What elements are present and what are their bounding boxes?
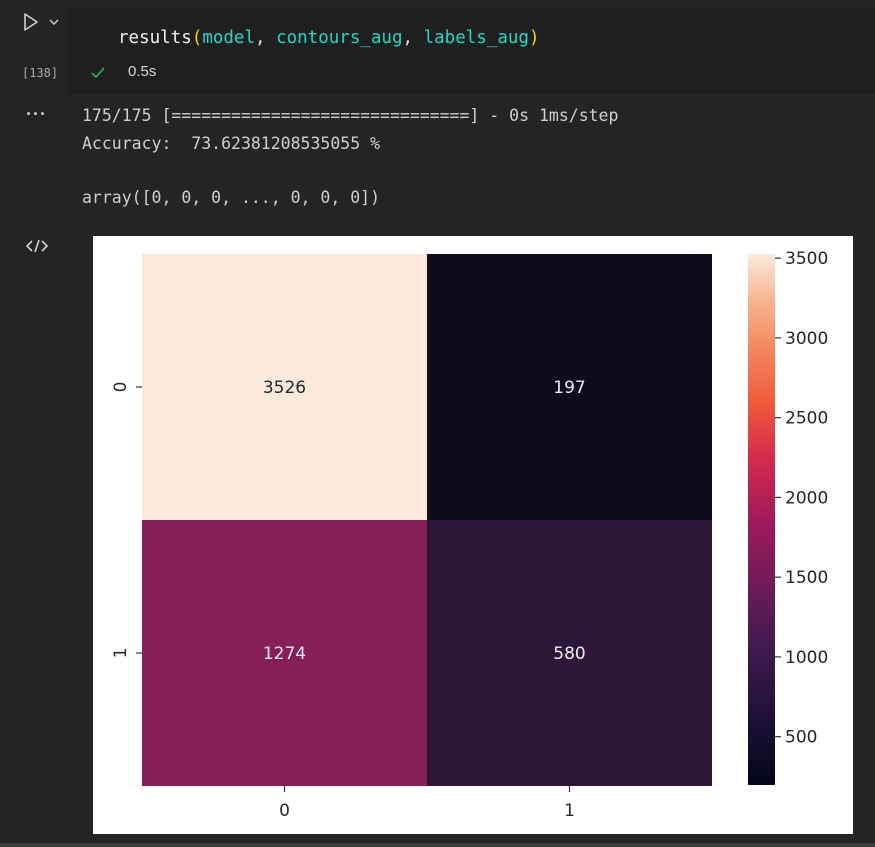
- code-arg-contours: contours_aug: [276, 28, 403, 48]
- execution-count: [138]: [22, 66, 59, 80]
- colorbar-tick-label: 3500: [785, 249, 828, 269]
- colorbar-tick-label: 3000: [785, 329, 828, 349]
- colorbar-tick-label: 1000: [785, 648, 828, 668]
- heatmap-cell-annotation: 580: [553, 644, 585, 664]
- y-tick-label: 0: [111, 382, 131, 393]
- code-icon[interactable]: [26, 238, 48, 254]
- code-close-paren: ): [528, 28, 540, 48]
- notebook-cell: results(model, contours_aug, labels_aug)…: [0, 0, 875, 847]
- code-separator: ,: [255, 28, 277, 48]
- confusion-matrix-heatmap: 3526 197 1274 580 0 1 0 1 500 1000 1500 2000 2500 3…: [111, 249, 828, 821]
- heatmap-cell-annotation: 1274: [263, 644, 306, 664]
- cell-bottom-border: [0, 843, 875, 847]
- x-tick-label: 0: [279, 801, 290, 821]
- code-editor[interactable]: [68, 8, 875, 94]
- code-line[interactable]: results(model, contours_aug, labels_aug): [118, 28, 540, 48]
- colorbar-tick-label: 2500: [785, 409, 828, 429]
- colorbar-tick-label: 500: [785, 728, 817, 748]
- colorbar-tick-label: 2000: [785, 488, 828, 508]
- output-progress-line: 175/175 [==============================]…: [82, 106, 619, 125]
- colorbar: [748, 254, 775, 785]
- check-icon: [91, 67, 105, 79]
- confusion-matrix-figure: 3526 197 1274 580 0 1 0 1 500 1000 1500 2000 2500 3…: [93, 236, 853, 834]
- y-tick-label: 1: [111, 648, 131, 659]
- run-controls: [22, 12, 64, 36]
- chevron-down-icon[interactable]: [48, 17, 60, 27]
- x-tick-label: 1: [564, 801, 575, 821]
- code-function: results: [118, 28, 192, 48]
- output-menu-button[interactable]: ···: [26, 104, 47, 125]
- code-arg-labels: labels_aug: [423, 28, 529, 48]
- heatmap-cell-annotation: 197: [553, 378, 585, 398]
- code-arg-model: model: [202, 28, 255, 48]
- execution-duration: 0.5s: [128, 63, 157, 80]
- heatmap-cell-annotation: 3526: [263, 378, 306, 398]
- output-array-line: array([0, 0, 0, ..., 0, 0, 0]): [82, 188, 381, 207]
- run-icon[interactable]: [22, 12, 40, 32]
- colorbar-tick-label: 1500: [785, 568, 828, 588]
- code-open-paren: (: [191, 28, 203, 48]
- code-separator: ,: [402, 28, 424, 48]
- output-accuracy-line: Accuracy: 73.62381208535055 %: [82, 134, 381, 153]
